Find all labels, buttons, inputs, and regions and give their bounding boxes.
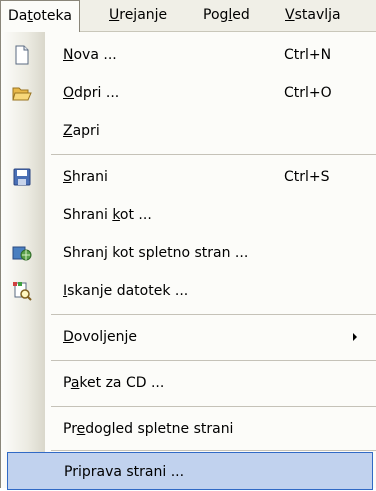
menu-bar: Datoteka Urejanje Pogled Vstavlja — [0, 0, 376, 33]
menu-item-page-setup[interactable]: Priprava strani ... — [7, 452, 373, 490]
menu-item-label: Dovoljenje — [63, 329, 137, 345]
menu-item-label: Shranj kot spletno stran ... — [63, 245, 249, 261]
menu-separator — [51, 406, 376, 407]
menu-separator — [51, 450, 376, 451]
menu-item-label: Predogled spletne strani — [63, 421, 234, 437]
menu-separator — [51, 154, 376, 155]
menu-item-save-as[interactable]: Shrani kot ... — [1, 196, 376, 234]
new-document-icon — [12, 45, 32, 65]
menu-item-web-page-preview[interactable]: Predogled spletne strani — [1, 410, 376, 448]
menu-item-permission[interactable]: Dovoljenje — [1, 318, 376, 356]
file-search-icon — [12, 281, 32, 301]
menubar-vstavljanje[interactable]: Vstavlja — [278, 0, 348, 32]
menu-item-save-as-web-page[interactable]: Shranj kot spletno stran ... — [1, 234, 376, 272]
menu-item-package-for-cd[interactable]: Paket za CD ... — [1, 364, 376, 402]
menu-item-save[interactable]: Shrani Ctrl+S — [1, 158, 376, 196]
menu-item-label: Shrani — [63, 169, 108, 185]
menu-item-open[interactable]: Odpri ... Ctrl+O — [1, 74, 376, 112]
menu-item-label: Zapri — [63, 123, 100, 139]
menu-item-label: Priprava strani ... — [64, 464, 185, 480]
menubar-urejanje[interactable]: Urejanje — [102, 0, 174, 32]
open-folder-icon — [12, 83, 32, 103]
web-page-icon — [12, 243, 32, 263]
menu-item-label: Paket za CD ... — [63, 375, 165, 391]
menu-separator — [51, 360, 376, 361]
menu-item-label: Shrani kot ... — [63, 207, 152, 223]
menu-item-shortcut: Ctrl+N — [284, 47, 332, 63]
menubar-datoteka[interactable]: Datoteka — [0, 0, 80, 33]
menu-item-new[interactable]: Nova ... Ctrl+N — [1, 36, 376, 74]
save-disk-icon — [12, 167, 32, 187]
file-menu: Nova ... Ctrl+N Odpri ... Ctrl+O Zapri S… — [0, 32, 376, 490]
menu-item-close[interactable]: Zapri — [1, 112, 376, 150]
submenu-arrow-icon — [353, 333, 357, 341]
menu-item-shortcut: Ctrl+S — [284, 169, 330, 185]
menu-item-label: Iskanje datotek ... — [63, 283, 189, 299]
menubar-pogled[interactable]: Pogled — [196, 0, 257, 32]
menu-item-label: Nova ... — [63, 47, 117, 63]
menu-item-label: Odpri ... — [63, 85, 120, 101]
menu-item-file-search[interactable]: Iskanje datotek ... — [1, 272, 376, 310]
menu-separator — [51, 314, 376, 315]
menu-item-shortcut: Ctrl+O — [284, 85, 332, 101]
